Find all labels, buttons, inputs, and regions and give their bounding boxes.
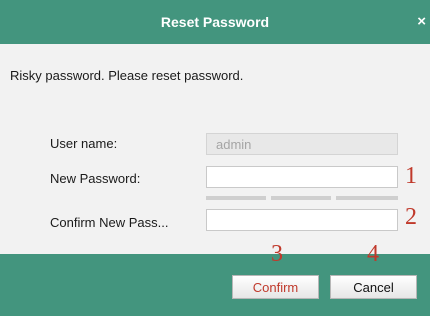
annotation-number-4: 4 (367, 241, 379, 267)
reset-password-dialog: Reset Password × Risky password. Please … (0, 0, 430, 316)
confirm-password-label: Confirm New Pass... (50, 215, 169, 230)
password-strength-bar-1 (206, 196, 266, 200)
new-password-field[interactable] (206, 166, 398, 188)
username-label: User name: (50, 136, 118, 151)
cancel-button[interactable]: Cancel (330, 275, 417, 299)
annotation-number-2: 2 (405, 204, 417, 230)
confirm-button[interactable]: Confirm (232, 275, 319, 299)
dialog-titlebar: Reset Password × (0, 0, 430, 44)
close-icon[interactable]: × (417, 0, 426, 44)
annotation-number-3: 3 (271, 241, 283, 267)
annotation-number-1: 1 (405, 163, 417, 189)
password-strength-bar-2 (271, 196, 331, 200)
username-field (206, 133, 398, 155)
new-password-label: New Password: (50, 171, 141, 186)
dialog-title: Reset Password (160, 14, 270, 30)
warning-message: Risky password. Please reset password. (10, 68, 244, 83)
confirm-password-field[interactable] (206, 209, 398, 231)
password-strength-bar-3 (336, 196, 398, 200)
